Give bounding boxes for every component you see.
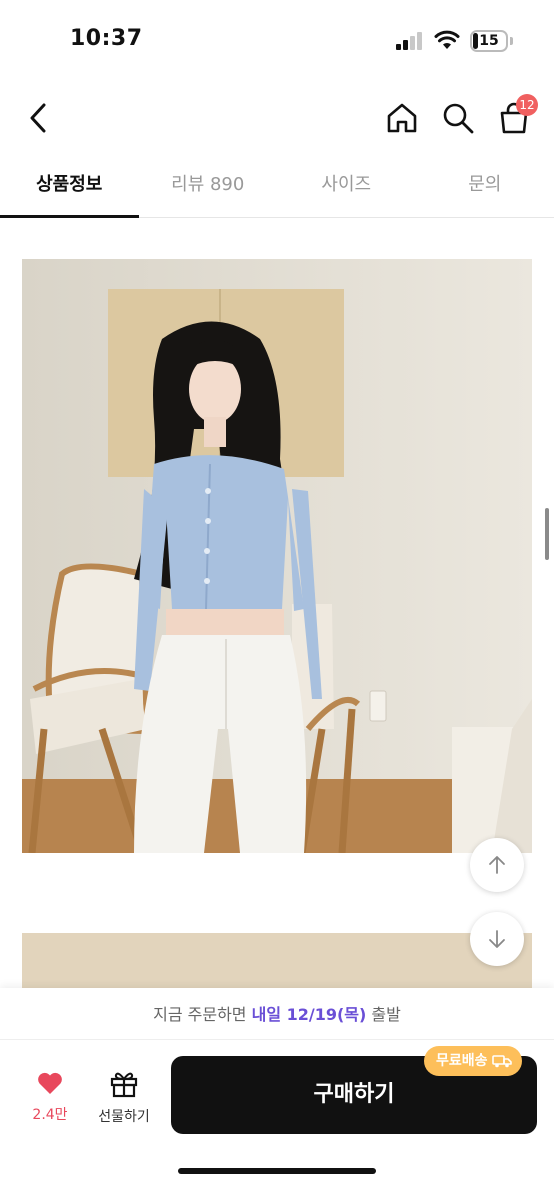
home-button[interactable]: [382, 98, 422, 138]
battery-level: 15: [479, 33, 499, 49]
arrow-up-icon: [489, 856, 505, 874]
search-icon: [443, 103, 474, 134]
gift-icon: [110, 1072, 138, 1098]
top-nav-bar: 12: [0, 90, 554, 150]
product-photo-2: [22, 933, 532, 993]
scroll-to-top-button[interactable]: [470, 838, 524, 892]
like-count: 2.4만: [32, 1107, 68, 1123]
free-shipping-label: 무료배송: [436, 1053, 488, 1069]
purchase-panel: 지금 주문하면 내일 12/19(목) 출발 2.4만 선물하기 구매하기 무료…: [0, 988, 554, 1200]
cart-button[interactable]: 12: [494, 94, 538, 138]
delivery-notice: 지금 주문하면 내일 12/19(목) 출발: [0, 988, 554, 1040]
home-indicator[interactable]: [178, 1168, 376, 1174]
home-icon: [387, 103, 417, 133]
scroll-indicator[interactable]: [545, 508, 549, 560]
status-time: 10:37: [70, 26, 143, 51]
tab-reviews[interactable]: 리뷰 890: [139, 160, 278, 217]
gift-label: 선물하기: [98, 1109, 150, 1125]
cellular-signal-icon: [396, 32, 424, 50]
back-button[interactable]: [18, 98, 58, 138]
like-button[interactable]: 2.4만: [22, 1070, 78, 1124]
delivery-prefix: 지금 주문하면: [153, 1005, 252, 1024]
delivery-truck-icon: [491, 1055, 512, 1068]
search-button[interactable]: [438, 98, 478, 138]
status-bar: 10:37 15: [0, 0, 554, 80]
scroll-to-bottom-button[interactable]: [470, 912, 524, 966]
gift-button[interactable]: 선물하기: [90, 1070, 158, 1126]
chevron-left-icon: [30, 103, 46, 133]
tab-size[interactable]: 사이즈: [277, 160, 416, 217]
product-photo: [22, 259, 532, 853]
delivery-date: 내일 12/19(목): [251, 1005, 367, 1024]
free-shipping-badge: 무료배송: [424, 1046, 522, 1076]
tab-product-info[interactable]: 상품정보: [0, 160, 139, 218]
wifi-icon: [434, 30, 460, 54]
arrow-down-icon: [489, 930, 505, 948]
product-tabs: 상품정보 리뷰 890 사이즈 문의: [0, 160, 554, 218]
cart-count-badge: 12: [516, 94, 538, 116]
heart-icon: [38, 1072, 62, 1094]
tab-inquiry[interactable]: 문의: [416, 160, 554, 217]
battery-icon: 15: [470, 30, 508, 52]
delivery-suffix: 출발: [366, 1005, 401, 1024]
